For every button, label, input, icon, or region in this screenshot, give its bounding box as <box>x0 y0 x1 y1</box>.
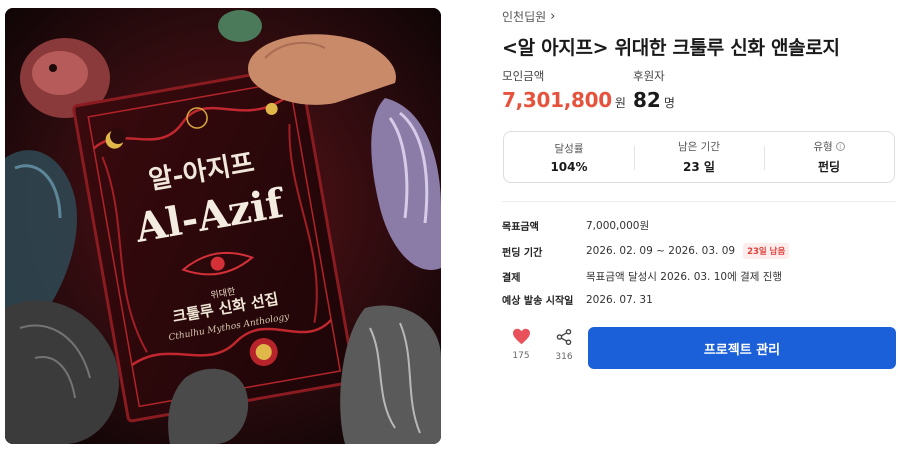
heart-icon <box>512 328 530 345</box>
days-left-badge: 23일 남음 <box>743 243 790 259</box>
payment-label: 결제 <box>502 273 521 284</box>
project-title: <알 아지프> 위대한 크툴루 신화 앤솔로지 <box>502 37 840 59</box>
raised-amount-value: 7,301,800 <box>502 88 612 112</box>
remaining-period: 남은 기간 23 일 <box>634 132 764 182</box>
creator-name: 인천딥원 <box>502 10 547 24</box>
creator-link[interactable]: 인천딥원 › <box>502 8 555 25</box>
backers-unit: 명 <box>663 96 675 110</box>
like-count: 175 <box>512 351 530 361</box>
project-cover-image: 알-아지프 Al-Azif 위대한 크툴루 신화 선집 Cthulhu Myth… <box>5 8 441 444</box>
goal-amount-value: 7,000,000원 <box>586 220 650 232</box>
goal-amount-label: 목표금액 <box>502 222 539 233</box>
manage-project-button[interactable]: 프로젝트 관리 <box>588 327 896 369</box>
share-count: 316 <box>555 352 573 362</box>
like-button[interactable]: 175 <box>505 328 537 361</box>
remaining-period-value: 23 일 <box>683 160 715 174</box>
achievement-rate-label: 달성률 <box>554 142 584 155</box>
project-type-label: 유형 <box>813 141 833 153</box>
info-icon[interactable]: i <box>835 142 845 151</box>
project-info-panel: 인천딥원 › <알 아지프> 위대한 크툴루 신화 앤솔로지 모인금액 7,30… <box>502 0 896 451</box>
raised-amount-unit: 원 <box>614 96 626 110</box>
funding-period-label: 펀딩 기간 <box>502 247 543 259</box>
funding-period-value: 2026. 02. 09 ~ 2026. 03. 09 <box>586 245 736 257</box>
share-button[interactable]: 316 <box>548 328 580 362</box>
achievement-rate-value: 104% <box>550 159 588 174</box>
backers-label: 후원자 <box>633 69 665 83</box>
section-divider <box>502 201 896 202</box>
backers-value: 82 <box>633 88 661 112</box>
project-type-value: 펀딩 <box>817 160 841 174</box>
achievement-rate: 달성률 104% <box>504 132 634 182</box>
raised-amount-label: 모인금액 <box>502 69 545 83</box>
remaining-period-label: 남은 기간 <box>678 141 720 153</box>
project-type-label-wrap: 유형 i <box>813 139 845 154</box>
funding-summary-box: 달성률 104% 남은 기간 23 일 유형 i 펀딩 <box>503 131 895 183</box>
chevron-right-icon: › <box>550 9 556 24</box>
backers-count: 82 명 <box>633 88 675 112</box>
payment-row: 결제 목표금액 달성시 2026. 03. 10에 결제 진행 <box>502 269 782 284</box>
funding-period-row: 펀딩 기간 2026. 02. 09 ~ 2026. 03. 09 23일 남음 <box>502 243 790 259</box>
shipping-row: 예상 발송 시작일 2026. 07. 31 <box>502 292 653 308</box>
shipping-value: 2026. 07. 31 <box>586 293 653 306</box>
shipping-label: 예상 발송 시작일 <box>502 296 574 307</box>
raised-amount: 7,301,800 원 <box>502 88 626 112</box>
goal-amount-row: 목표금액 7,000,000원 <box>502 218 649 233</box>
share-icon <box>556 328 572 346</box>
project-type: 유형 i 펀딩 <box>764 132 894 182</box>
payment-value: 목표금액 달성시 2026. 03. 10에 결제 진행 <box>586 271 783 283</box>
